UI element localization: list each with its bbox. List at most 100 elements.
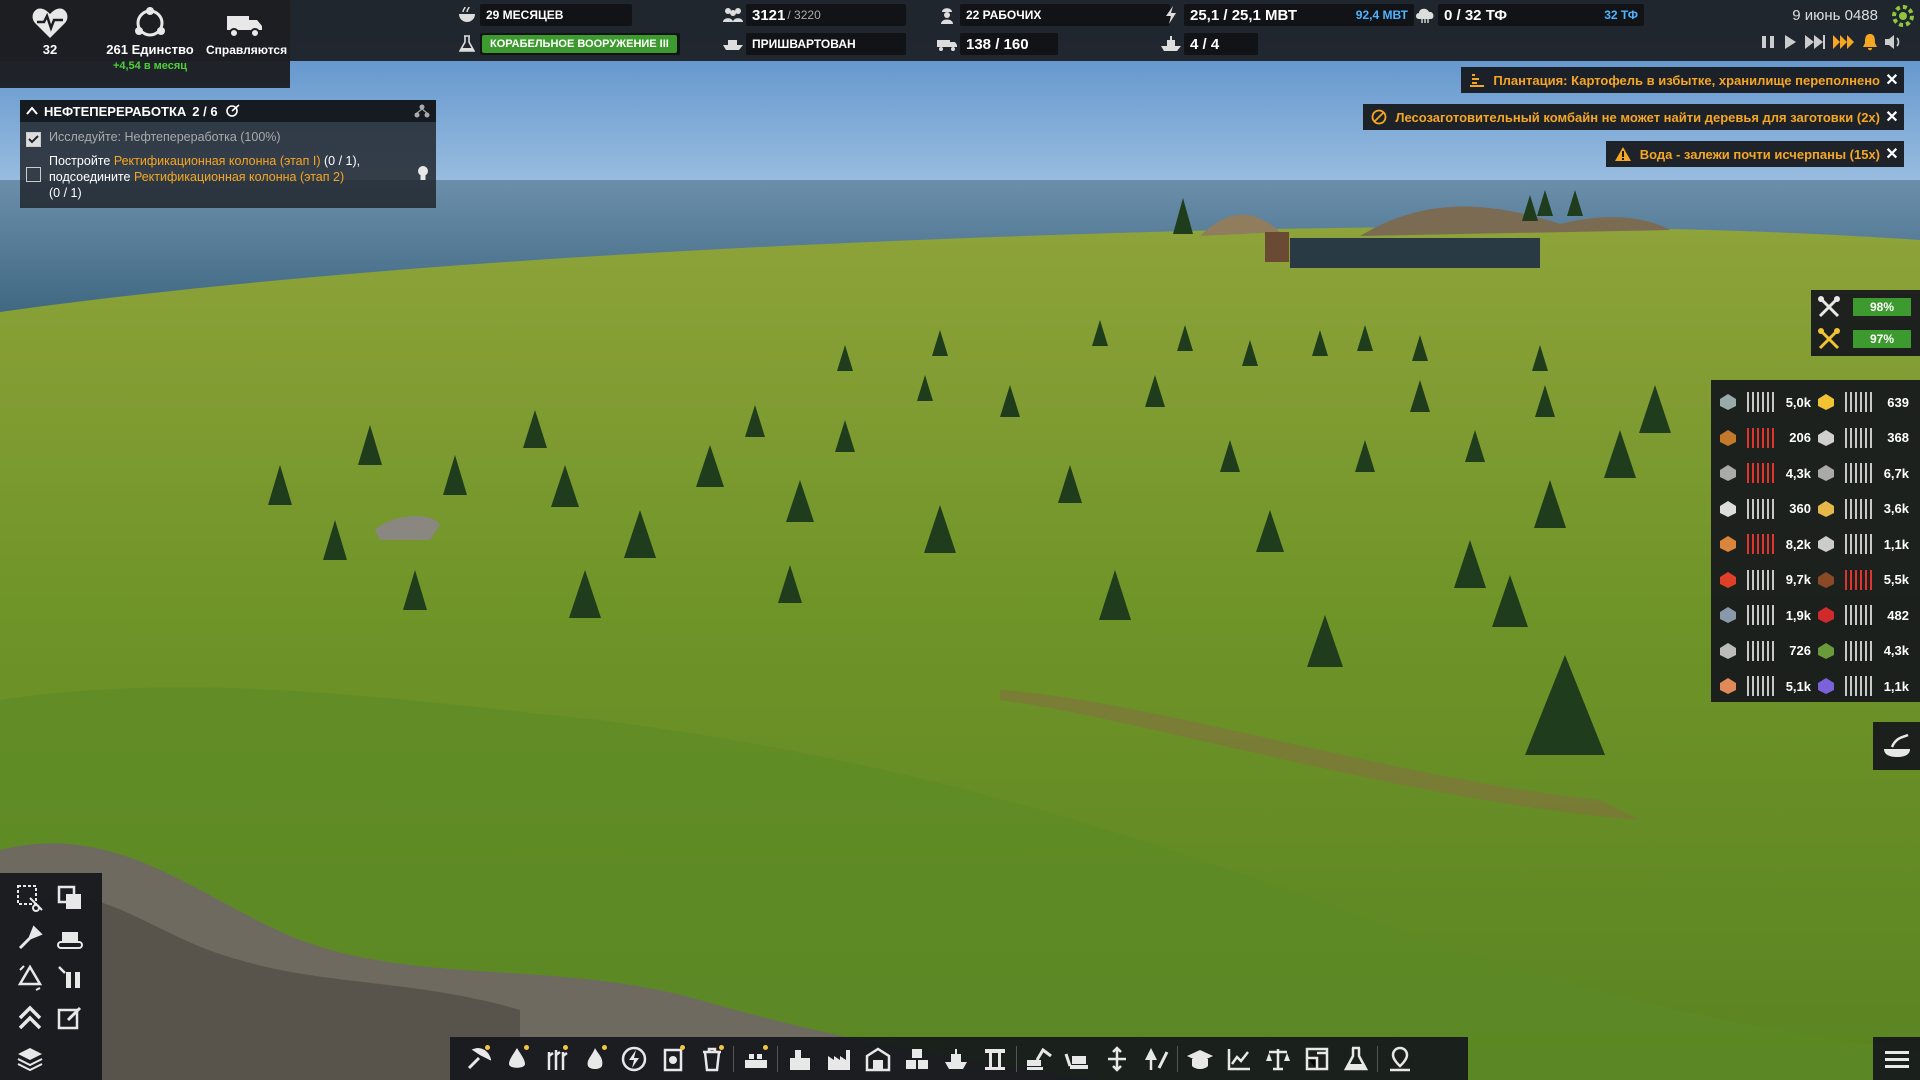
vehicles-stat[interactable]: 138 / 160 (934, 33, 1058, 55)
maintenance-panel[interactable]: 98% 97% (1811, 290, 1920, 356)
notification-plantation[interactable]: Плантация: Картофель в избытке, хранилищ… (1461, 67, 1904, 93)
quest-tree-icon[interactable] (414, 104, 430, 118)
build-storage-yard-button[interactable] (897, 1039, 936, 1078)
resource-item[interactable]: 9,7k (1711, 562, 1815, 598)
resource-row: 4,3k 6,7k (1711, 455, 1920, 491)
resource-level-bars (1845, 569, 1873, 590)
edit-tool[interactable] (53, 1001, 87, 1035)
resource-item[interactable]: 5,0k (1711, 384, 1815, 420)
build-farming-button[interactable] (536, 1039, 575, 1078)
population-status[interactable]: Справляются (206, 6, 287, 57)
build-production-button[interactable] (780, 1039, 819, 1078)
build-water-button[interactable] (497, 1039, 536, 1078)
build-disposal-button[interactable] (692, 1039, 731, 1078)
notification-water[interactable]: Вода - залежи почти исчерпаны (15x) ✕ (1605, 141, 1904, 167)
resource-item[interactable]: 6,7k (1809, 455, 1913, 491)
fast-forward-icon[interactable] (1804, 34, 1826, 50)
resource-item[interactable]: 206 (1711, 420, 1815, 456)
build-power-button[interactable] (614, 1039, 653, 1078)
resource-item[interactable]: 3,6k (1809, 491, 1913, 527)
computing-stat[interactable]: 0 / 32 ТФ 32 ТФ (1412, 4, 1644, 26)
play-icon[interactable] (1782, 34, 1798, 50)
build-storage-button[interactable] (653, 1039, 692, 1078)
resource-item[interactable]: 4,3k (1711, 455, 1815, 491)
resource-item[interactable]: 639 (1809, 384, 1913, 420)
quest-progress: 2 / 6 (192, 103, 218, 119)
dish-button[interactable] (1873, 722, 1920, 770)
resource-item[interactable]: 5,1k (1711, 668, 1815, 704)
food-supply-stat[interactable]: 29 МЕСЯЦЕВ (454, 4, 632, 26)
resource-item[interactable]: 726 (1711, 633, 1815, 669)
build-monument-button[interactable] (975, 1039, 1014, 1078)
resource-item[interactable]: 4,3k (1809, 633, 1913, 669)
quest-task2-building-link[interactable]: Ректификационная колонна (этап I) (114, 154, 321, 168)
ships-count-value: 4 / 4 (1190, 35, 1220, 53)
resource-level-bars (1845, 676, 1873, 696)
notification-harvester[interactable]: Лесозаготовительный комбайн не может най… (1363, 104, 1904, 130)
resource-level-bars (1747, 640, 1775, 661)
research-lab-button[interactable] (1336, 1039, 1375, 1078)
sound-icon[interactable] (1884, 34, 1902, 50)
resource-product-icon (1717, 427, 1739, 449)
eyedropper-icon (18, 925, 43, 950)
vehicles-excavator-button[interactable] (1019, 1039, 1058, 1078)
menu-button[interactable] (1873, 1037, 1920, 1080)
pause-buildings-tool[interactable] (53, 961, 87, 995)
build-transport-button[interactable] (736, 1039, 775, 1078)
notification-bell-icon[interactable] (1862, 33, 1878, 51)
ship-status-stat[interactable]: ПРИШВАРТОВАН (720, 33, 906, 55)
settings-gear-icon[interactable] (1890, 3, 1916, 34)
workers-stat[interactable]: 22 РАБОЧИХ (934, 4, 1170, 26)
maintenance-value-2: 97% (1853, 330, 1911, 348)
terrain-leveling-button[interactable] (1097, 1039, 1136, 1078)
research-button[interactable] (1180, 1039, 1219, 1078)
close-icon[interactable]: ✕ (1880, 107, 1904, 127)
resource-item[interactable]: 368 (1809, 420, 1913, 456)
upgrade-tool[interactable] (13, 1001, 47, 1035)
resource-item[interactable]: 1,1k (1809, 668, 1913, 704)
trade-button[interactable] (1258, 1039, 1297, 1078)
population-stat[interactable]: 3121/ 3220 (720, 4, 906, 26)
separator (733, 1045, 734, 1072)
quest-task-build: Постройте Ректификационная колонна (этап… (20, 147, 436, 201)
ships-count-stat[interactable]: 4 / 4 (1158, 33, 1258, 55)
resource-item[interactable]: 8,2k (1711, 526, 1815, 562)
build-mining-button[interactable] (458, 1039, 497, 1078)
copy-tool[interactable] (53, 881, 87, 915)
layers-tool[interactable] (13, 1041, 47, 1075)
chevron-up-icon[interactable] (26, 106, 38, 116)
health-indicator[interactable]: 32 (28, 6, 72, 57)
lightbulb-icon[interactable] (416, 165, 430, 183)
fastest-forward-icon[interactable] (1832, 34, 1856, 50)
quest-task2-building2-link[interactable]: Ректификационная колонна (этап 2) (134, 170, 344, 184)
blueprints-button[interactable] (1297, 1039, 1336, 1078)
terrain-tree-button[interactable] (1136, 1039, 1175, 1078)
world-map-button[interactable] (1380, 1039, 1419, 1078)
build-waste-button[interactable] (575, 1039, 614, 1078)
resource-item[interactable]: 1,1k (1809, 526, 1913, 562)
close-icon[interactable]: ✕ (1880, 144, 1904, 164)
select-cut-tool[interactable] (13, 881, 47, 915)
quest-header[interactable]: НЕФТЕПЕРЕРАБОТКА 2 / 6 (20, 100, 436, 122)
power-stat[interactable]: 25,1 / 25,1 МВТ 92,4 МВТ (1158, 4, 1414, 26)
resource-item[interactable]: 482 (1809, 597, 1913, 633)
build-buildings-button[interactable] (858, 1039, 897, 1078)
pick-tool[interactable] (13, 921, 47, 955)
pause-icon[interactable] (1760, 34, 1776, 50)
unity-indicator[interactable]: 261 Единство +4,54 в месяц (98, 6, 202, 72)
close-icon[interactable]: ✕ (1880, 70, 1904, 90)
build-shipyard-button[interactable] (936, 1039, 975, 1078)
resource-item[interactable]: 360 (1711, 491, 1815, 527)
resource-item[interactable]: 5,5k (1809, 562, 1913, 598)
vehicles-dozer-button[interactable] (1058, 1039, 1097, 1078)
statistics-button[interactable] (1219, 1039, 1258, 1078)
resource-amount: 1,1k (1883, 536, 1909, 552)
recycle-tool[interactable] (13, 961, 47, 995)
bulldoze-tool[interactable] (53, 921, 87, 955)
resource-item[interactable]: 1,9k (1711, 597, 1815, 633)
research-stat[interactable]: КОРАБЕЛЬНОЕ ВООРУЖЕНИЕ III (454, 33, 680, 55)
unity-value: 261 Единство (106, 42, 194, 57)
shipyard-icon (944, 1048, 967, 1069)
map-pin-icon (1389, 1046, 1410, 1071)
build-factory-button[interactable] (819, 1039, 858, 1078)
